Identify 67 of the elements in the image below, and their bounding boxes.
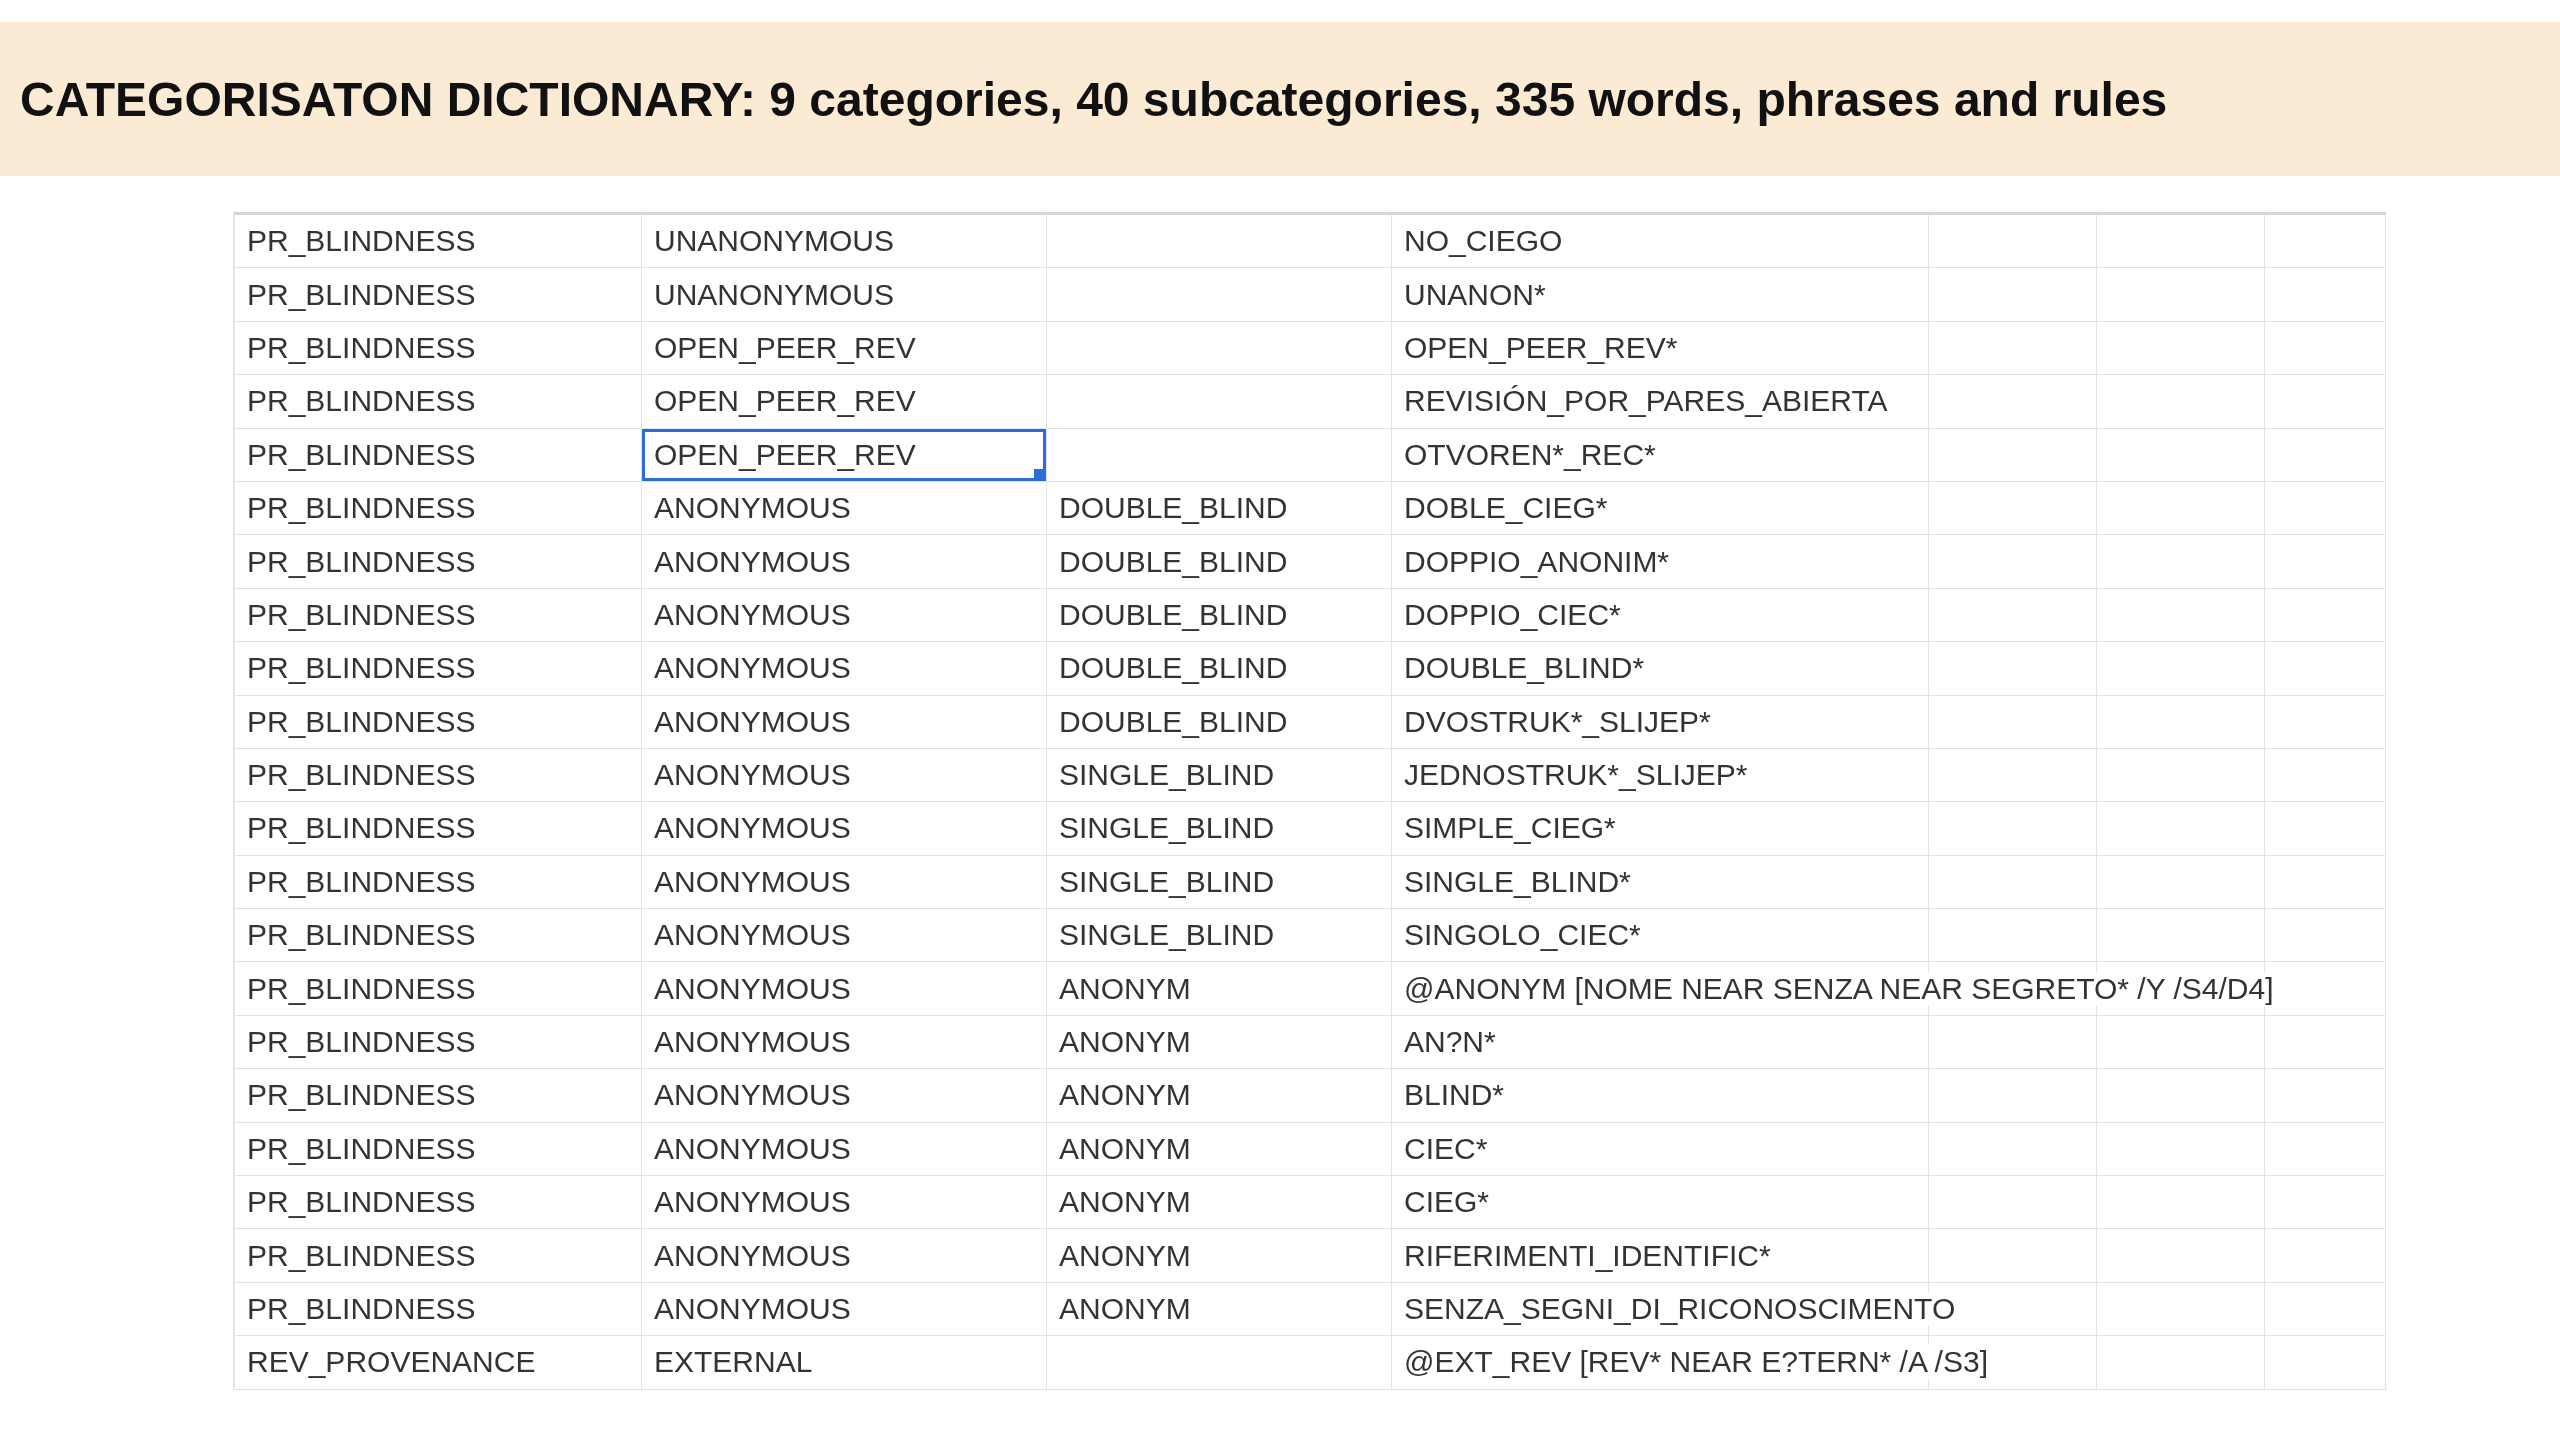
- table-cell[interactable]: PR_BLINDNESS: [235, 321, 642, 376]
- table-cell[interactable]: PR_BLINDNESS: [235, 909, 642, 963]
- table-cell[interactable]: PR_BLINDNESS: [235, 1176, 642, 1230]
- table-cell[interactable]: OPEN_PEER_REV*: [1392, 321, 2386, 376]
- table-cell[interactable]: PR_BLINDNESS: [235, 1282, 642, 1337]
- table-cell[interactable]: ANONYMOUS: [642, 642, 1047, 696]
- table-cell[interactable]: PR_BLINDNESS: [235, 748, 642, 803]
- table-cell[interactable]: UNANONYMOUS: [642, 268, 1047, 322]
- table-cell[interactable]: PR_BLINDNESS: [235, 1229, 642, 1283]
- table-cell[interactable]: SIMPLE_CIEG*: [1392, 802, 2386, 856]
- table-cell[interactable]: PR_BLINDNESS: [235, 268, 642, 322]
- table-cell[interactable]: RIFERIMENTI_IDENTIFIC*: [1392, 1229, 2386, 1283]
- table-cell[interactable]: PR_BLINDNESS: [235, 588, 642, 643]
- table-cell[interactable]: EXTERNAL: [642, 1336, 1047, 1390]
- table-cell[interactable]: ANONYMOUS: [642, 962, 1047, 1016]
- table-cell[interactable]: ANONYMOUS: [642, 1015, 1047, 1070]
- table-cell[interactable]: BLIND*: [1392, 1069, 2386, 1123]
- table-cell[interactable]: ANONYMOUS: [642, 481, 1047, 536]
- table-cell[interactable]: UNANONYMOUS: [642, 215, 1047, 269]
- table-cell[interactable]: ANONYMOUS: [642, 1122, 1047, 1177]
- table-cell[interactable]: PR_BLINDNESS: [235, 481, 642, 536]
- table-cell[interactable]: OPEN_PEER_REV: [642, 375, 1047, 429]
- table-cell[interactable]: ANONYMOUS: [642, 535, 1047, 589]
- table-cell[interactable]: PR_BLINDNESS: [235, 375, 642, 429]
- table-cell[interactable]: ANONYMOUS: [642, 802, 1047, 856]
- table-cell[interactable]: ANONYMOUS: [642, 695, 1047, 749]
- table-cell[interactable]: NO_CIEGO: [1392, 215, 2386, 269]
- table-cell[interactable]: PR_BLINDNESS: [235, 695, 642, 749]
- table-cell[interactable]: PR_BLINDNESS: [235, 535, 642, 589]
- table-cell[interactable]: PR_BLINDNESS: [235, 802, 642, 856]
- table-cell[interactable]: PR_BLINDNESS: [235, 855, 642, 910]
- table-cell[interactable]: SENZA_SEGNI_DI_RICONOSCIMENTO: [1392, 1282, 2386, 1337]
- title: CATEGORISATON DICTIONARY: 9 categories, 40 subcategories, 335 words, phrases and rules: [20, 71, 2168, 127]
- table-cell[interactable]: PR_BLINDNESS: [235, 962, 642, 1016]
- table-cell[interactable]: PR_BLINDNESS: [235, 1122, 642, 1177]
- table-cell[interactable]: CIEG*: [1392, 1176, 2386, 1230]
- table-cell[interactable]: OPEN_PEER_REV: [642, 428, 1047, 482]
- table-cell[interactable]: SINGOLO_CIEC*: [1392, 909, 2386, 963]
- table-cell[interactable]: ANONYMOUS: [642, 1282, 1047, 1337]
- table-cell[interactable]: @EXT_REV [REV* NEAR E?TERN* /A /S3]: [1392, 1336, 2386, 1390]
- table-cell[interactable]: DOBLE_CIEG*: [1392, 481, 2386, 536]
- table-cell[interactable]: CIEC*: [1392, 1122, 2386, 1177]
- table-cell[interactable]: ANONYMOUS: [642, 748, 1047, 803]
- table-cell[interactable]: ANONYMOUS: [642, 1069, 1047, 1123]
- table-cell[interactable]: PR_BLINDNESS: [235, 215, 642, 269]
- table-cell[interactable]: @ANONYM [NOME NEAR SENZA NEAR SEGRETO* /Y /S4/D4]: [1392, 962, 2386, 1016]
- table-cell[interactable]: JEDNOSTRUK*_SLIJEP*: [1392, 748, 2386, 803]
- table-cell[interactable]: SINGLE_BLIND*: [1392, 855, 2386, 910]
- table-cell[interactable]: UNANON*: [1392, 268, 2386, 322]
- table-cell[interactable]: REVISIÓN_POR_PARES_ABIERTA: [1392, 375, 2386, 429]
- table-cell[interactable]: ANONYMOUS: [642, 855, 1047, 910]
- table-cell[interactable]: PR_BLINDNESS: [235, 642, 642, 696]
- table-cell[interactable]: ANONYMOUS: [642, 909, 1047, 963]
- table-cell[interactable]: ANONYMOUS: [642, 1176, 1047, 1230]
- table-cell[interactable]: REV_PROVENANCE: [235, 1336, 642, 1390]
- table-cell[interactable]: DOPPIO_CIEC*: [1392, 588, 2386, 643]
- table-cell[interactable]: DOPPIO_ANONIM*: [1392, 535, 2386, 589]
- table-cell[interactable]: DOUBLE_BLIND*: [1392, 642, 2386, 696]
- table-cell[interactable]: ANONYMOUS: [642, 588, 1047, 643]
- table-cell[interactable]: AN?N*: [1392, 1015, 2386, 1070]
- table-cell[interactable]: PR_BLINDNESS: [235, 1069, 642, 1123]
- table-cell[interactable]: PR_BLINDNESS: [235, 428, 642, 482]
- table-cell[interactable]: DVOSTRUK*_SLIJEP*: [1392, 695, 2386, 749]
- table-cell[interactable]: OTVOREN*_REC*: [1392, 428, 2386, 482]
- table-cell[interactable]: ANONYMOUS: [642, 1229, 1047, 1283]
- table-cell[interactable]: PR_BLINDNESS: [235, 1015, 642, 1070]
- table-cell[interactable]: OPEN_PEER_REV: [642, 321, 1047, 376]
